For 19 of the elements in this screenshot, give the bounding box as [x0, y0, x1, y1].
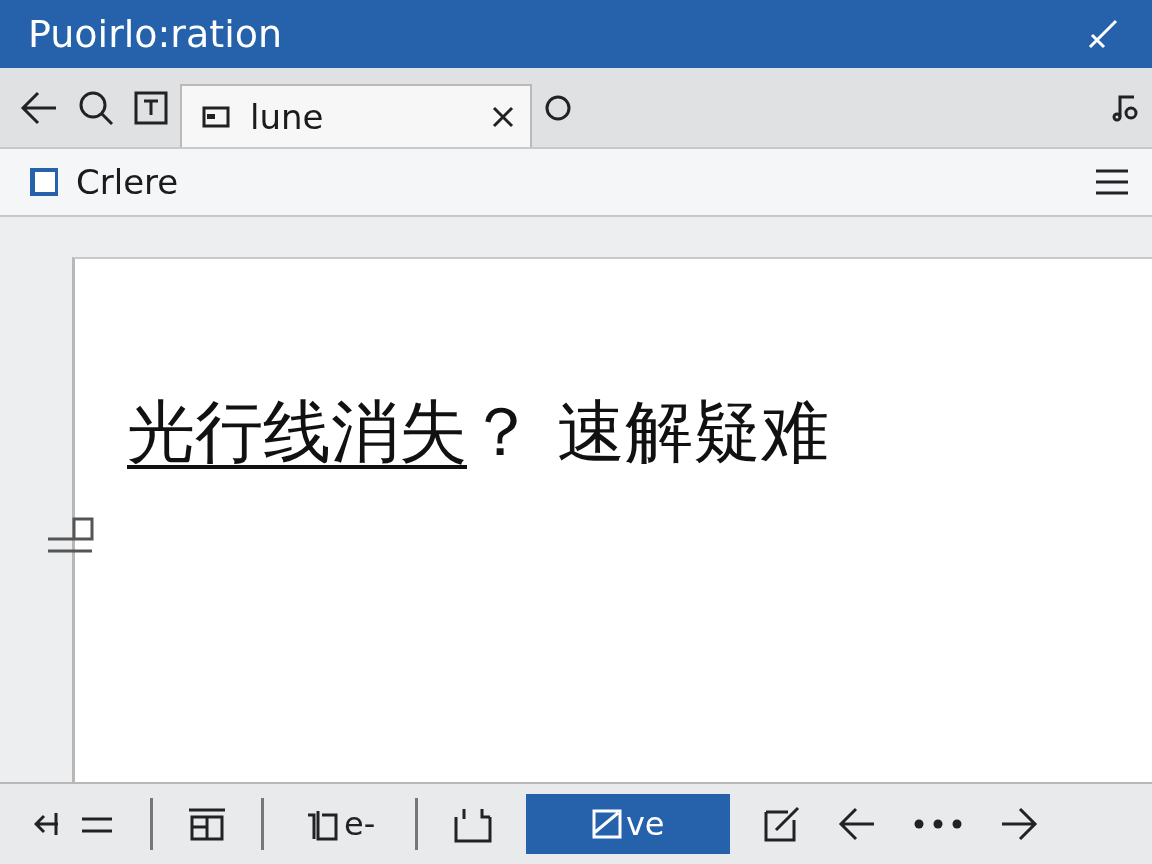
window-title: Puoirlo:ration [28, 12, 283, 56]
close-icon[interactable] [492, 105, 514, 128]
heading-text: ？ 速解疑难 [467, 391, 829, 473]
menu-icon[interactable] [1096, 168, 1128, 196]
circle-icon[interactable] [544, 93, 572, 122]
document-icon [28, 166, 60, 198]
document-name: Crlere [76, 162, 180, 202]
frame-icon[interactable] [134, 90, 168, 125]
heading-text: 光行线消失 [127, 391, 467, 473]
more-icon[interactable] [914, 819, 963, 829]
toolbar-button[interactable]: ve [526, 794, 731, 854]
frame-icon [187, 807, 227, 841]
image-icon [591, 809, 622, 839]
back-arrow-icon[interactable] [20, 90, 58, 125]
tab[interactable]: lune [180, 84, 532, 147]
toolbar-button[interactable]: e- [294, 794, 386, 854]
window-icon [202, 105, 230, 128]
search-icon[interactable] [78, 89, 114, 126]
margin-marker-icon [46, 517, 94, 555]
